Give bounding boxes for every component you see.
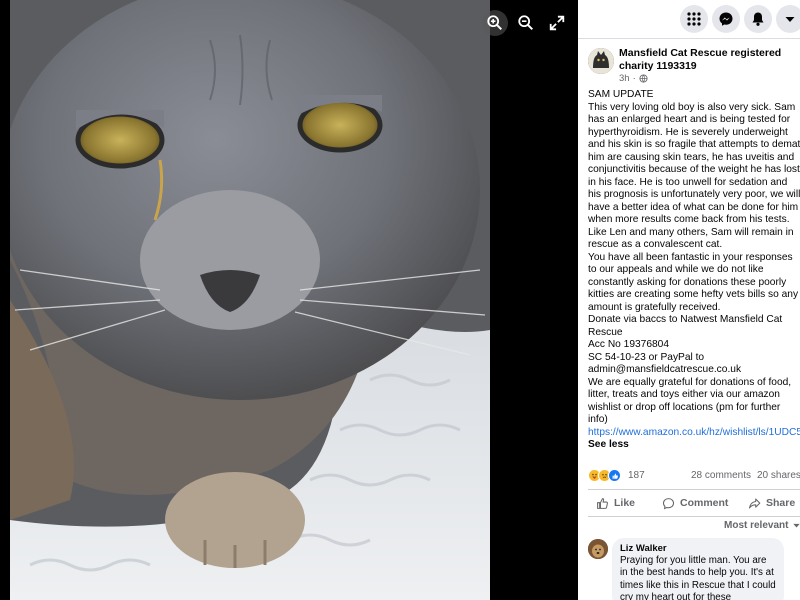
reaction-icons[interactable]	[588, 469, 621, 482]
page-name[interactable]: Mansfield Cat Rescue registered charity …	[619, 47, 799, 72]
post-panel: Mansfield Cat Rescue registered charity …	[578, 0, 800, 600]
top-bar	[578, 0, 800, 38]
menu-button[interactable]	[680, 5, 708, 33]
reaction-count[interactable]: 187	[628, 470, 645, 481]
actions-divider	[588, 489, 800, 490]
sort-label: Most relevant	[724, 520, 789, 531]
cat-logo-icon	[588, 48, 614, 74]
fullscreen-icon	[549, 15, 565, 31]
share-icon	[748, 498, 761, 508]
comments-count[interactable]: 28 comments	[691, 470, 751, 481]
top-divider	[578, 38, 800, 39]
post-meta: 3h ·	[619, 73, 648, 84]
notifications-icon	[752, 12, 764, 26]
dog-avatar-icon	[588, 539, 608, 559]
zoom-in-icon	[487, 15, 503, 31]
comment-bubble: Liz Walker Praying for you little man. Y…	[612, 538, 784, 600]
account-button[interactable]	[776, 5, 800, 33]
fullscreen-button[interactable]	[544, 10, 570, 36]
cat-photo-illustration	[10, 0, 490, 600]
like-label: Like	[614, 497, 636, 509]
commenter-name[interactable]: Liz Walker	[620, 543, 776, 555]
share-button[interactable]: Share	[748, 491, 795, 515]
globe-icon	[639, 74, 648, 83]
caret-down-icon	[785, 17, 795, 22]
notifications-button[interactable]	[744, 5, 772, 33]
page-avatar[interactable]	[588, 48, 614, 74]
comments-divider	[588, 516, 800, 517]
post-message: SAM UPDATE This very loving old boy is a…	[588, 89, 800, 425]
post-actions: Like Comment Share	[588, 491, 800, 515]
photo-viewer	[0, 0, 578, 600]
like-button[interactable]: Like	[596, 491, 635, 515]
post-text: SAM UPDATE This very loving old boy is a…	[588, 89, 800, 452]
zoom-in-button[interactable]	[482, 10, 508, 36]
see-less-button[interactable]: See less	[588, 439, 629, 450]
wishlist-link[interactable]: https://www.amazon.co.uk/hz/wishlist/ls/…	[588, 427, 800, 438]
comment-text: Praying for you little man. You are in t…	[620, 555, 776, 600]
messenger-button[interactable]	[712, 5, 740, 33]
like-reaction-icon	[608, 469, 621, 482]
comment-icon	[662, 497, 675, 509]
post-header: Mansfield Cat Rescue registered charity …	[586, 46, 800, 86]
menu-grid-icon	[687, 12, 701, 26]
zoom-out-button[interactable]	[513, 10, 539, 36]
post-time[interactable]: 3h	[619, 73, 630, 84]
reactions-row: 187 28 comments 20 shares	[588, 469, 800, 483]
comment-button[interactable]: Comment	[662, 491, 728, 515]
comment-sort-dropdown[interactable]: Most relevant	[724, 520, 800, 531]
separator-dot: ·	[632, 73, 636, 84]
shares-count[interactable]: 20 shares	[757, 470, 800, 481]
commenter-avatar[interactable]	[588, 539, 608, 559]
zoom-out-icon	[518, 15, 534, 31]
post-photo[interactable]	[10, 0, 490, 600]
comment-label: Comment	[680, 497, 729, 509]
thumbs-up-icon	[597, 497, 608, 509]
chevron-down-icon	[793, 523, 800, 528]
share-label: Share	[766, 497, 796, 509]
messenger-icon	[719, 12, 733, 26]
